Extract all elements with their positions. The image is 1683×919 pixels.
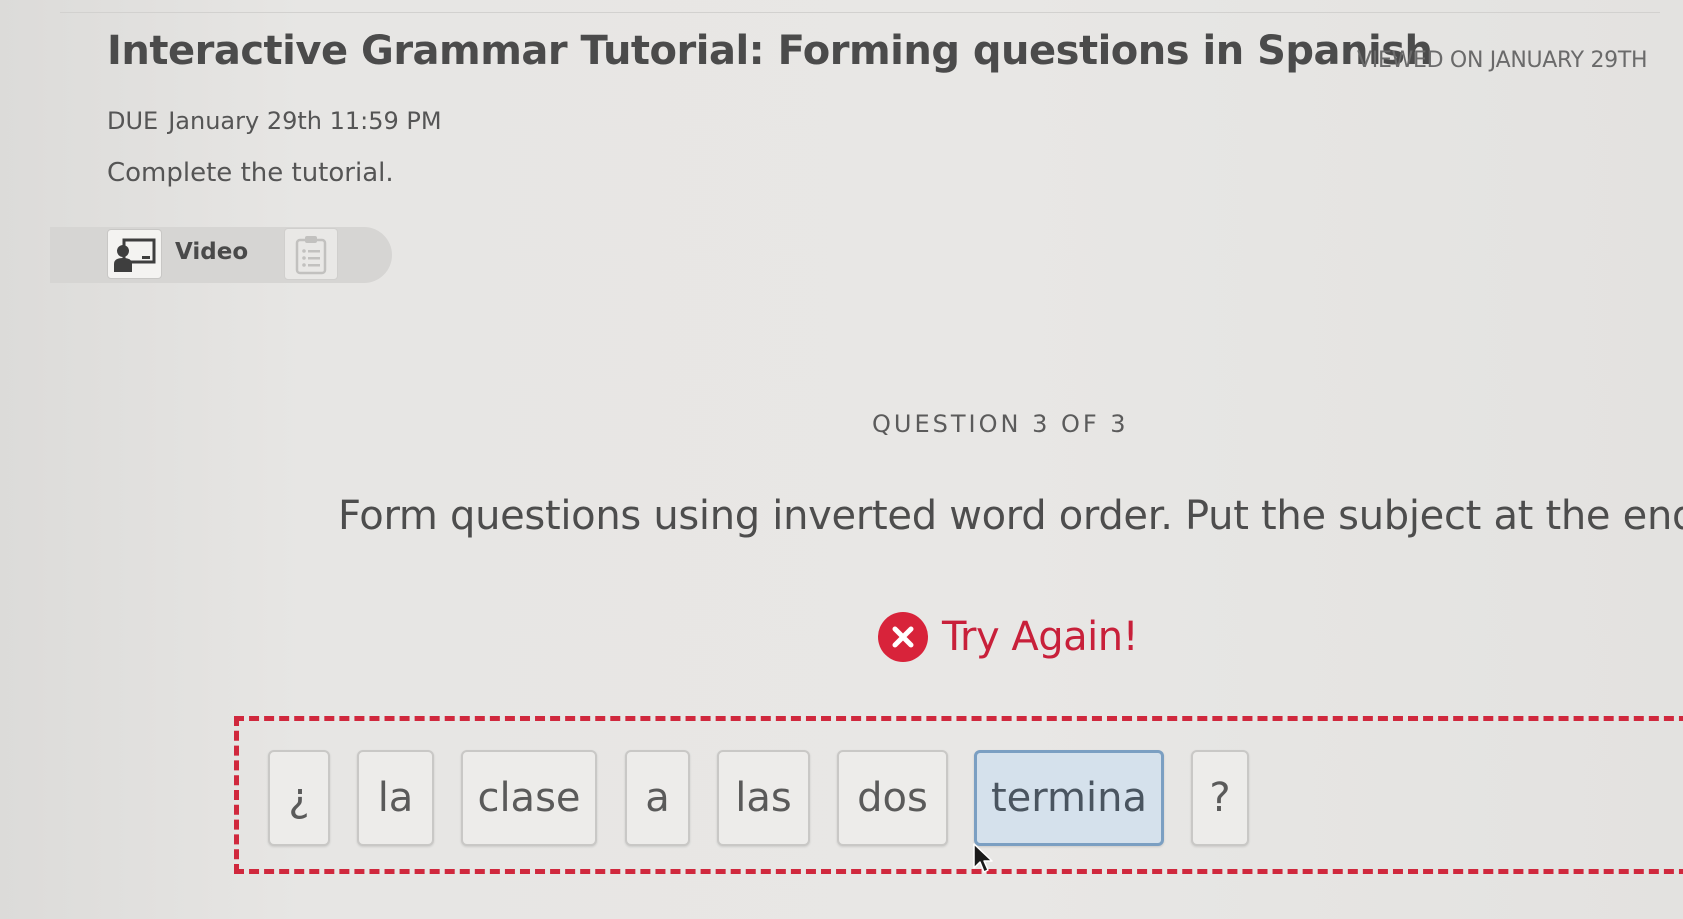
word-tile[interactable]: las xyxy=(717,750,810,846)
instructions: Complete the tutorial. xyxy=(107,158,394,188)
word-tile[interactable]: la xyxy=(357,750,434,846)
question-counter: QUESTION 3 OF 3 xyxy=(872,410,1129,438)
viewed-status: VIEWED ON JANUARY 29TH xyxy=(1357,48,1648,73)
word-tile[interactable]: ¿ xyxy=(268,750,330,846)
mouse-pointer-icon xyxy=(973,843,993,873)
divider xyxy=(60,12,1660,13)
tab-video[interactable] xyxy=(107,229,162,279)
word-tile[interactable]: a xyxy=(625,750,690,846)
word-tile[interactable]: dos xyxy=(837,750,948,846)
tab-video-label[interactable]: Video xyxy=(175,239,248,265)
due-label: DUE xyxy=(107,107,159,135)
question-prompt: Form questions using inverted word order… xyxy=(338,493,1683,539)
feedback-message: Try Again! xyxy=(878,612,1139,662)
presentation-icon xyxy=(114,238,156,272)
page: Interactive Grammar Tutorial: Forming qu… xyxy=(0,0,1683,919)
word-tile[interactable]: clase xyxy=(461,750,597,846)
clipboard-list-icon xyxy=(295,236,327,275)
answer-drop-zone[interactable] xyxy=(234,716,1683,874)
tab-checklist[interactable] xyxy=(284,228,338,280)
page-title: Interactive Grammar Tutorial: Forming qu… xyxy=(107,28,1433,74)
due-date-value: January 29th 11:59 PM xyxy=(168,107,442,135)
error-x-icon xyxy=(878,612,928,662)
word-tile-selected[interactable]: termina xyxy=(974,750,1164,846)
word-tile[interactable]: ? xyxy=(1191,750,1249,846)
feedback-text: Try Again! xyxy=(942,614,1139,660)
due-date: DUE January 29th 11:59 PM xyxy=(107,107,442,135)
